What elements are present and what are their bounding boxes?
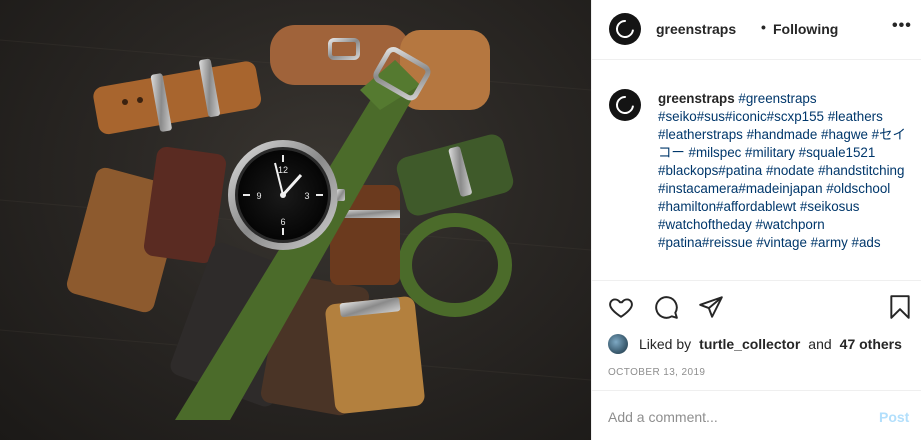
likes-others-link[interactable]: 47 others	[840, 336, 902, 352]
watch-straps-image: 12 3 6 9	[0, 25, 591, 420]
comment-icon[interactable]	[653, 294, 679, 320]
likes-summary: Liked by turtle_collector and 47 others	[608, 333, 902, 355]
following-button[interactable]: Following	[773, 21, 838, 37]
instagram-post: 12 3 6 9 greenstraps • Following ••• gre…	[0, 0, 921, 440]
liker-avatar[interactable]	[608, 334, 628, 354]
post-photo[interactable]: 12 3 6 9	[0, 0, 591, 440]
caption-author-link[interactable]: greenstraps	[658, 91, 735, 106]
post-header: greenstraps • Following •••	[592, 0, 921, 60]
svg-text:12: 12	[278, 165, 288, 175]
svg-text:9: 9	[256, 191, 261, 201]
caption-area: greenstraps #greenstraps #seiko#sus#icon…	[592, 66, 921, 279]
brand-logo-icon	[612, 16, 638, 42]
paper-plane-icon[interactable]	[698, 294, 724, 320]
bookmark-icon[interactable]	[887, 294, 913, 320]
likes-prefix: Liked by	[639, 336, 692, 352]
post-actions: Liked by turtle_collector and 47 others …	[592, 280, 921, 390]
more-options-icon[interactable]: •••	[892, 17, 912, 35]
caption-hashtags[interactable]: #greenstraps #seiko#sus#iconic#scxp155 #…	[658, 91, 906, 250]
caption-text: greenstraps #greenstraps #seiko#sus#icon…	[658, 90, 908, 252]
svg-text:6: 6	[280, 217, 285, 227]
add-comment-box: Add a comment... Post	[592, 390, 921, 440]
comment-input[interactable]: Add a comment...	[608, 409, 718, 425]
post-side-panel: greenstraps • Following ••• greenstraps …	[591, 0, 921, 440]
separator-dot: •	[761, 19, 766, 35]
tan-strap-topleft	[93, 58, 262, 135]
svg-text:3: 3	[304, 191, 309, 201]
post-comment-button[interactable]: Post	[879, 409, 909, 425]
brand-logo-icon	[612, 92, 638, 118]
likes-conjunction: and	[808, 336, 832, 352]
caption-avatar[interactable]	[609, 89, 641, 121]
liker-username-link[interactable]: turtle_collector	[699, 336, 800, 352]
username-link[interactable]: greenstraps	[656, 21, 736, 37]
green-straps-right	[396, 134, 514, 317]
post-date[interactable]: OCTOBER 13, 2019	[608, 367, 705, 378]
heart-icon[interactable]	[608, 294, 634, 320]
avatar[interactable]	[609, 13, 641, 45]
